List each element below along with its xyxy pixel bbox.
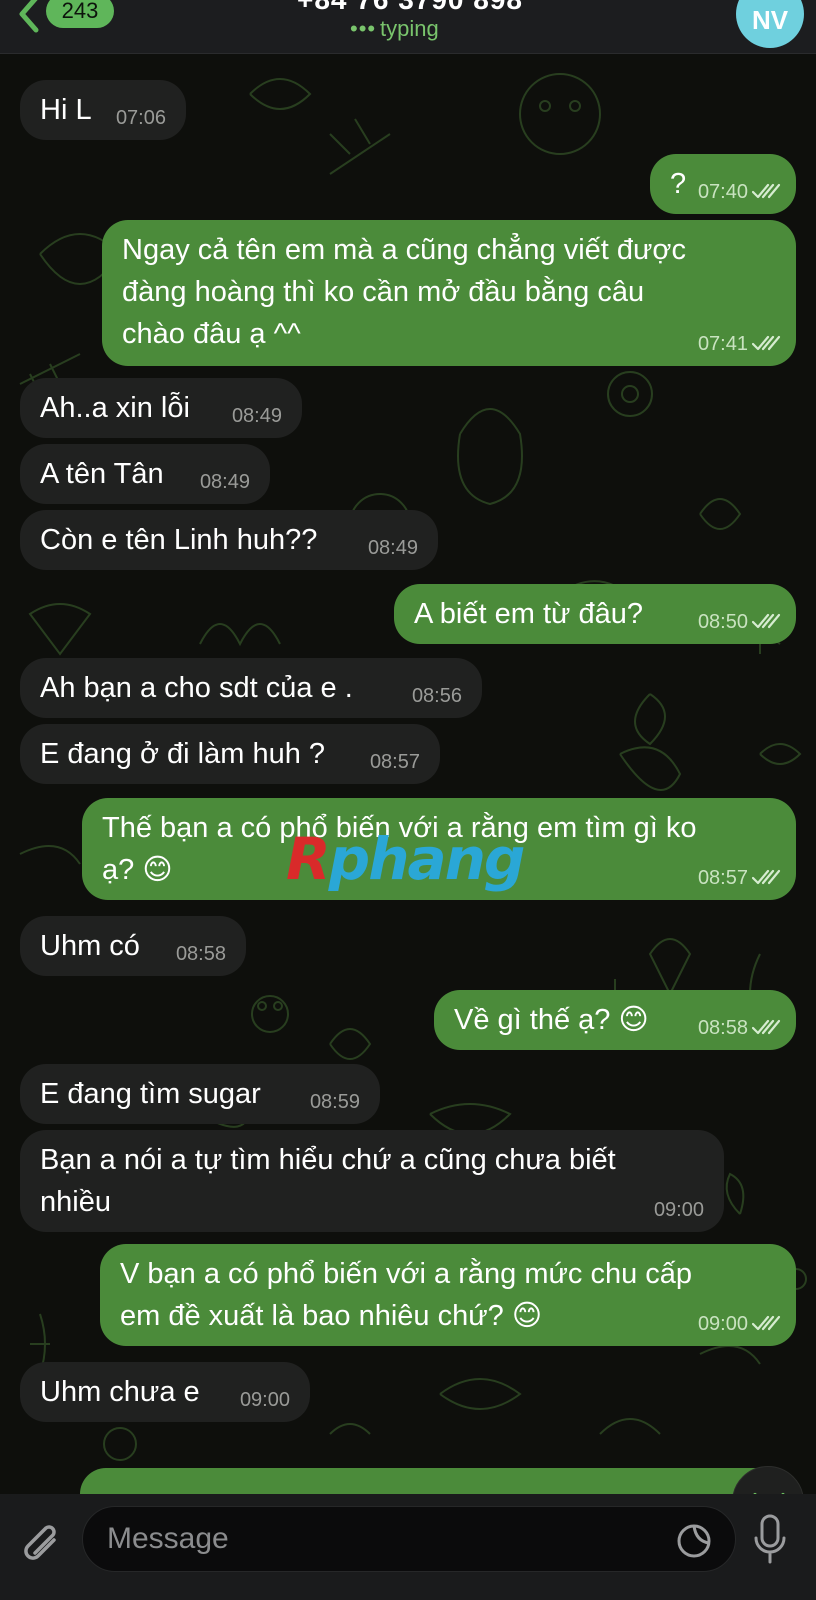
message-text: A tên Tân: [40, 458, 164, 490]
message-composer: [0, 1494, 816, 1600]
message-text: Ngay cả tên em mà a cũng chẳng viết được: [122, 234, 686, 266]
message-text: Hi L: [40, 94, 92, 126]
microphone-icon[interactable]: [752, 1514, 788, 1566]
typing-status: ••• typing: [350, 16, 480, 42]
message-text: đàng hoàng thì ko cần mở đầu bằng câu: [122, 276, 645, 308]
paperclip-icon[interactable]: [20, 1520, 64, 1570]
message-timestamp: 08:49: [199, 471, 250, 493]
message-timestamp: 08:49: [231, 405, 282, 427]
double-check-icon: [752, 869, 781, 885]
outgoing-message-bubble[interactable]: ? 07:40: [650, 154, 796, 214]
incoming-message-bubble[interactable]: Uhm có 08:58: [20, 916, 246, 976]
contact-title[interactable]: +84 76 3790 898: [260, 0, 560, 16]
message-timestamp: 09:00: [239, 1389, 290, 1411]
chat-background: Hi L 07:06? 07:40 Ngay cả tên em mà a cũng …: [0, 54, 816, 1494]
typing-label: typing: [380, 16, 439, 41]
message-timestamp: 08:58: [697, 1017, 748, 1039]
incoming-message-bubble[interactable]: Ah bạn a cho sdt của e . 08:56: [20, 658, 482, 718]
incoming-message-bubble[interactable]: Còn e tên Linh huh?? 08:49: [20, 510, 438, 570]
chevron-left-icon[interactable]: [14, 0, 44, 34]
message-text: Còn e tên Linh huh??: [40, 524, 318, 556]
message-text: Uhm có: [40, 930, 140, 962]
message-timestamp: 08:57: [697, 867, 748, 889]
message-timestamp: 08:59: [309, 1091, 360, 1113]
message-text: Uhm chưa e: [40, 1376, 200, 1408]
message-text: Ah..a xin lỗi: [40, 392, 190, 424]
message-timestamp: 08:57: [369, 751, 420, 773]
message-timestamp: 07:40: [697, 181, 748, 203]
message-timestamp: 09:00: [653, 1199, 704, 1221]
message-input-field[interactable]: [82, 1506, 736, 1572]
message-bubble-partial: [80, 1468, 796, 1494]
unread-count-badge[interactable]: 243: [46, 0, 114, 28]
double-check-icon: [752, 1019, 781, 1035]
message-timestamp: 08:58: [175, 943, 226, 965]
double-check-icon: [752, 613, 781, 629]
chat-header: 243 +84 76 3790 898 •••typing NV: [0, 0, 816, 54]
message-text: A biết em từ đâu?: [414, 598, 643, 630]
message-timestamp: 07:06: [115, 107, 166, 129]
message-text: ạ? 😊: [102, 854, 173, 886]
message-text: nhiều: [40, 1186, 111, 1218]
outgoing-message-bubble[interactable]: A biết em từ đâu? 08:50: [394, 584, 796, 644]
watermark-part2: phang: [328, 825, 526, 893]
incoming-message-bubble[interactable]: Ah..a xin lỗi 08:49: [20, 378, 302, 438]
incoming-message-bubble[interactable]: A tên Tân 08:49: [20, 444, 270, 504]
message-text: E đang ở đi làm huh ?: [40, 738, 326, 770]
incoming-message-bubble[interactable]: E đang ở đi làm huh ? 08:57: [20, 724, 440, 784]
message-text: Ah bạn a cho sdt của e .: [40, 672, 353, 704]
avatar[interactable]: NV: [736, 0, 804, 48]
message-text: em đề xuất là bao nhiêu chứ? 😊: [120, 1300, 543, 1332]
message-timestamp: 08:49: [367, 537, 418, 559]
message-text: E đang tìm sugar: [40, 1078, 261, 1110]
watermark-logo: Rphang: [286, 824, 536, 894]
incoming-message-bubble[interactable]: E đang tìm sugar 08:59: [20, 1064, 380, 1124]
message-text: chào đâu ạ ^^: [122, 318, 301, 350]
incoming-message-bubble[interactable]: Hi L 07:06: [20, 80, 186, 140]
outgoing-message-bubble[interactable]: V bạn a có phổ biến với a rằng mức chu c…: [100, 1244, 796, 1346]
outgoing-message-bubble[interactable]: Về gì thế ạ? 😊 08:58: [434, 990, 796, 1050]
sticker-icon[interactable]: [675, 1522, 713, 1560]
watermark-part1: R: [286, 825, 331, 893]
double-check-icon: [752, 183, 781, 199]
outgoing-message-bubble[interactable]: Ngay cả tên em mà a cũng chẳng viết được…: [102, 220, 796, 366]
message-text: Bạn a nói a tự tìm hiểu chứ a cũng chưa …: [40, 1144, 616, 1176]
incoming-message-bubble[interactable]: Bạn a nói a tự tìm hiểu chứ a cũng chưa …: [20, 1130, 724, 1232]
message-text: Về gì thế ạ? 😊: [454, 1004, 649, 1036]
message-text: ?: [670, 168, 687, 200]
double-check-icon: [752, 1315, 781, 1331]
message-text: V bạn a có phổ biến với a rằng mức chu c…: [120, 1258, 693, 1290]
double-check-icon: [752, 335, 781, 351]
typing-dots-icon: •••: [350, 16, 377, 41]
message-timestamp: 09:00: [697, 1313, 748, 1335]
message-timestamp: 08:50: [697, 611, 748, 633]
message-timestamp: 08:56: [411, 685, 462, 707]
incoming-message-bubble[interactable]: Uhm chưa e 09:00: [20, 1362, 310, 1422]
message-timestamp: 07:41: [697, 333, 748, 355]
message-input[interactable]: [107, 1517, 627, 1561]
